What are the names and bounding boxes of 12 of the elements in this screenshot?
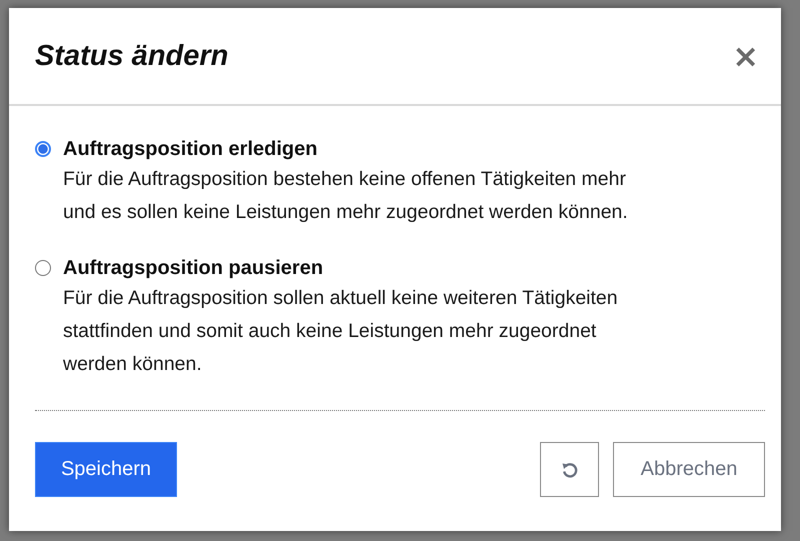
option-label[interactable]: Auftragsposition erledigen [63,135,318,163]
radio-button[interactable] [35,141,51,157]
undo-icon [560,460,578,478]
save-button[interactable]: Speichern [35,442,177,497]
cancel-button[interactable]: Abbrechen [613,442,765,497]
dialog-title: Status ändern [35,40,228,72]
radio-button[interactable] [35,260,51,276]
option-description: Für die Auftragsposition bestehen keine offenen Tätigkeiten mehr und es sollen keine Leistungen mehr zugeordnet werden können. [63,167,628,225]
option-label[interactable]: Auftragsposition pausieren [63,254,324,282]
option-description: Für die Auftragsposition sollen aktuell keine weiteren Tätigkeiten stattfinden und somit auch keine Leistungen mehr zugeordnet werden können. [63,286,618,377]
reset-button[interactable] [540,442,599,497]
close-button[interactable]: × [726,40,765,72]
